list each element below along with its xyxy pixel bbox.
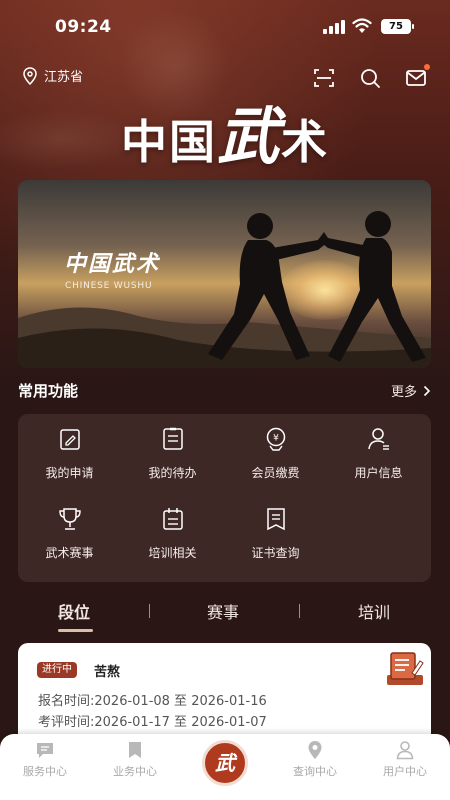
common-functions-header: 常用功能 更多 [18,380,431,402]
location-pin-icon [23,66,37,85]
location-pin-icon [308,741,322,759]
signup-time: 报名时间:2026-01-08 至 2026-01-16 [38,694,267,709]
status-badge: 进行中 [37,662,77,678]
user-info-icon [367,428,389,450]
bottom-navigation: 服务中心 业务中心 武 查询中心 用户中心 [0,734,450,800]
banner-title: 中国武术 [64,251,161,277]
function-label: 我的申请 [45,466,94,480]
function-label: 培训相关 [148,546,197,560]
function-user-info[interactable]: 用户信息 [327,426,430,490]
edit-document-icon [59,429,80,450]
status-time: 09:24 [55,17,112,37]
location-selector[interactable]: 江苏省 [22,66,83,85]
function-label: 会员缴费 [251,466,300,480]
user-icon [396,741,414,760]
certificate-icon [266,508,285,531]
function-grid: 我的申请 我的待办 ¥ 会员缴费 用户信息 武术赛事 培训相关 证书查询 [18,414,431,582]
status-bar: 09:24 75 [0,0,450,54]
trophy-icon [58,508,81,530]
function-label: 用户信息 [354,466,403,480]
chevron-right-icon [423,385,431,396]
payment-icon: ¥ [266,427,285,451]
tab-divider [299,604,300,618]
brand-part-2: 武 [216,100,281,173]
signal-icon [323,20,345,34]
nav-home-wu-button[interactable]: 武 [202,740,248,786]
review-time: 考评时间:2026-01-17 至 2026-01-07 [38,715,267,730]
nav-user-center[interactable]: 用户中心 [360,740,450,779]
fighters-silhouette [208,211,426,362]
more-label: 更多 [390,385,417,400]
section-title: 常用功能 [18,382,79,400]
function-my-todo[interactable]: 我的待办 [121,426,224,490]
nav-label: 业务中心 [113,765,157,778]
active-tab-indicator [58,629,93,632]
nav-query-center[interactable]: 查询中心 [270,740,360,779]
svg-text:¥: ¥ [273,434,279,444]
function-member-payment[interactable]: ¥ 会员缴费 [224,426,327,490]
function-label: 我的待办 [148,466,197,480]
banner-subtitle: CHINESE WUSHU [65,281,153,291]
battery-level: 75 [389,21,403,32]
calendar-icon [162,508,183,530]
function-certificate-query[interactable]: 证书查询 [224,506,327,570]
nav-label: 用户中心 [383,765,427,778]
brand-part-3: 术 [281,115,329,169]
tab-competition[interactable]: 赛事 [207,599,239,623]
location-label: 江苏省 [44,70,84,85]
function-my-application[interactable]: 我的申请 [18,426,121,490]
function-wushu-events[interactable]: 武术赛事 [18,506,121,570]
more-link[interactable]: 更多 [391,381,431,400]
application-form-icon [387,652,424,685]
function-training[interactable]: 培训相关 [121,506,224,570]
nav-business-center[interactable]: 业务中心 [90,740,180,779]
content-tabs: 段位 赛事 培训 [0,596,450,636]
event-name: 苦熬 [94,665,121,680]
function-label: 证书查询 [251,546,300,560]
brand-part-1: 中国 [120,115,217,169]
nav-label: 服务中心 [23,765,67,778]
wifi-icon [352,18,372,33]
nav-service-center[interactable]: 服务中心 [0,740,90,779]
tab-training[interactable]: 培训 [358,599,390,623]
tab-divider [149,604,150,618]
chat-icon [37,743,53,758]
unread-dot [424,64,430,70]
todo-list-icon [162,427,183,450]
promo-banner[interactable]: 中国武术 CHINESE WUSHU [18,180,431,368]
bookmark-icon [129,742,141,758]
nav-label: 查询中心 [293,765,337,778]
brand-title: 中国武术 [0,86,450,176]
tab-rank[interactable]: 段位 [58,599,90,623]
battery-icon: 75 [381,19,414,34]
function-label: 武术赛事 [45,546,94,560]
